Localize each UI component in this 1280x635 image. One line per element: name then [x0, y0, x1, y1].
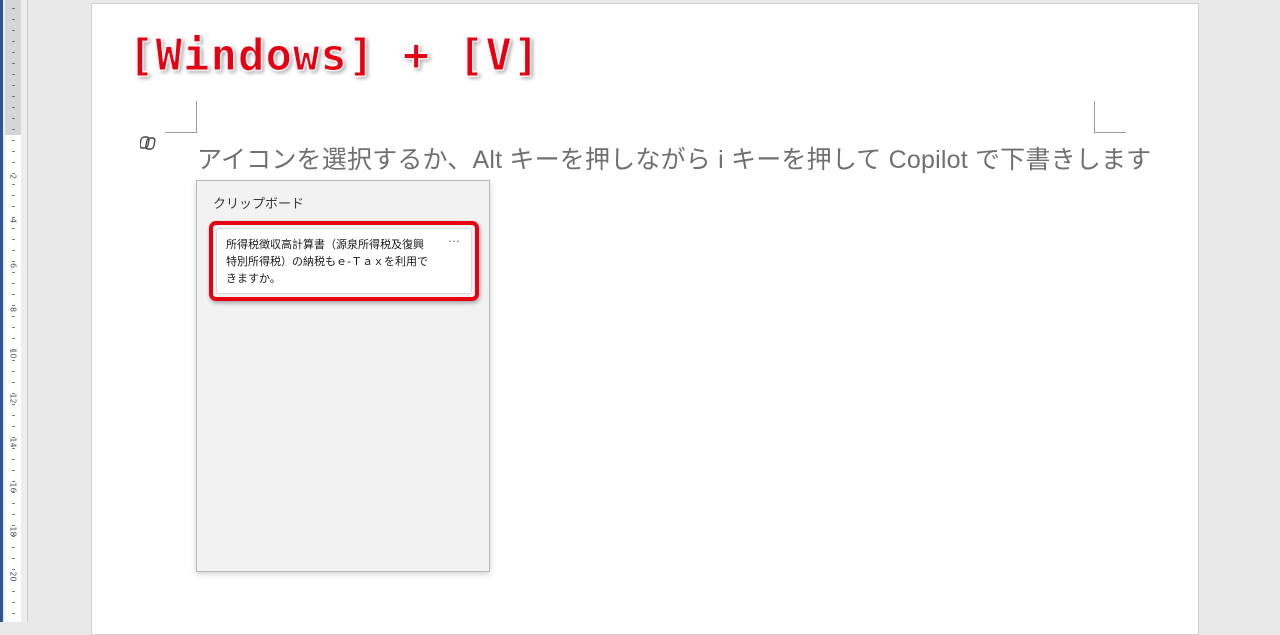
ruler-tick — [12, 8, 15, 9]
ruler-page-zone — [5, 135, 21, 622]
ruler-label: 10 — [8, 348, 18, 359]
copilot-draft-hint: アイコンを選択するか、Alt キーを押しながら i キーを押して Copilot… — [197, 146, 1152, 174]
ruler-tick — [12, 602, 15, 603]
ruler-label: 2 — [8, 173, 18, 180]
ruler-label: 18 — [8, 526, 18, 537]
ruler-tick — [12, 129, 15, 130]
ruler-tick — [12, 30, 15, 31]
ruler-tick — [12, 558, 15, 559]
ruler-label: 4 — [8, 217, 18, 224]
ruler-tick — [12, 63, 15, 64]
ruler-tick — [12, 382, 15, 383]
ruler-tick — [12, 415, 15, 416]
ruler-tick — [12, 239, 15, 240]
ruler-tick — [12, 327, 15, 328]
ruler-label: 8 — [8, 306, 18, 313]
clipboard-history-panel: クリップボード 所得税徴収高計算書（源泉所得税及復興特別所得税）の納税もｅ-Ｔａ… — [196, 180, 490, 572]
ruler-tick — [12, 426, 15, 427]
vertical-ruler: 2 4 6 8 10 12 14 16 18 20 — [0, 0, 28, 622]
ruler-tick — [12, 41, 15, 42]
ruler-tick — [12, 294, 15, 295]
ruler-tick — [12, 250, 15, 251]
ruler-tick — [12, 591, 15, 592]
ruler-tick — [12, 74, 15, 75]
ruler-label: 16 — [8, 482, 18, 493]
ruler-margin-zone — [5, 0, 21, 135]
crop-mark-top-right — [1094, 101, 1126, 133]
ruler-tick — [12, 206, 15, 207]
ruler-tick — [12, 514, 15, 515]
ruler-label: 20 — [8, 571, 18, 582]
ruler-tick — [12, 151, 15, 152]
ruler-tick — [12, 52, 15, 53]
ruler-tick — [12, 503, 15, 504]
more-options-button[interactable]: … — [448, 231, 461, 245]
ruler-tick — [12, 195, 15, 196]
clipboard-item-text: 所得税徴収高計算書（源泉所得税及復興特別所得税）の納税もｅ-Ｔａｘを利用できます… — [226, 238, 428, 285]
crop-mark-top-left — [165, 101, 197, 133]
clipboard-panel-title: クリップボード — [213, 197, 305, 212]
ruler-label: 6 — [8, 262, 18, 269]
ruler-tick — [12, 140, 15, 141]
ruler-accent — [0, 0, 3, 622]
ruler-tick — [12, 107, 15, 108]
ruler-tick — [12, 371, 15, 372]
ruler-tick — [12, 96, 15, 97]
clipboard-item[interactable]: 所得税徴収高計算書（源泉所得税及復興特別所得税）の納税もｅ-Ｔａｘを利用できます… — [216, 228, 472, 294]
ruler-tick — [12, 470, 15, 471]
shortcut-annotation: [Windows] + [V] — [127, 30, 541, 82]
ruler-tick — [12, 162, 15, 163]
ruler-label: 14 — [8, 437, 18, 448]
ruler-tick — [12, 283, 15, 284]
ruler-tick — [12, 85, 15, 86]
ruler-tick — [12, 19, 15, 20]
ruler-tick — [12, 547, 15, 548]
ruler-tick — [12, 459, 15, 460]
ruler-tick — [12, 613, 15, 614]
copilot-icon[interactable] — [139, 134, 158, 152]
ruler-tick — [12, 118, 15, 119]
ruler-label: 12 — [8, 393, 18, 404]
ruler-tick — [12, 338, 15, 339]
